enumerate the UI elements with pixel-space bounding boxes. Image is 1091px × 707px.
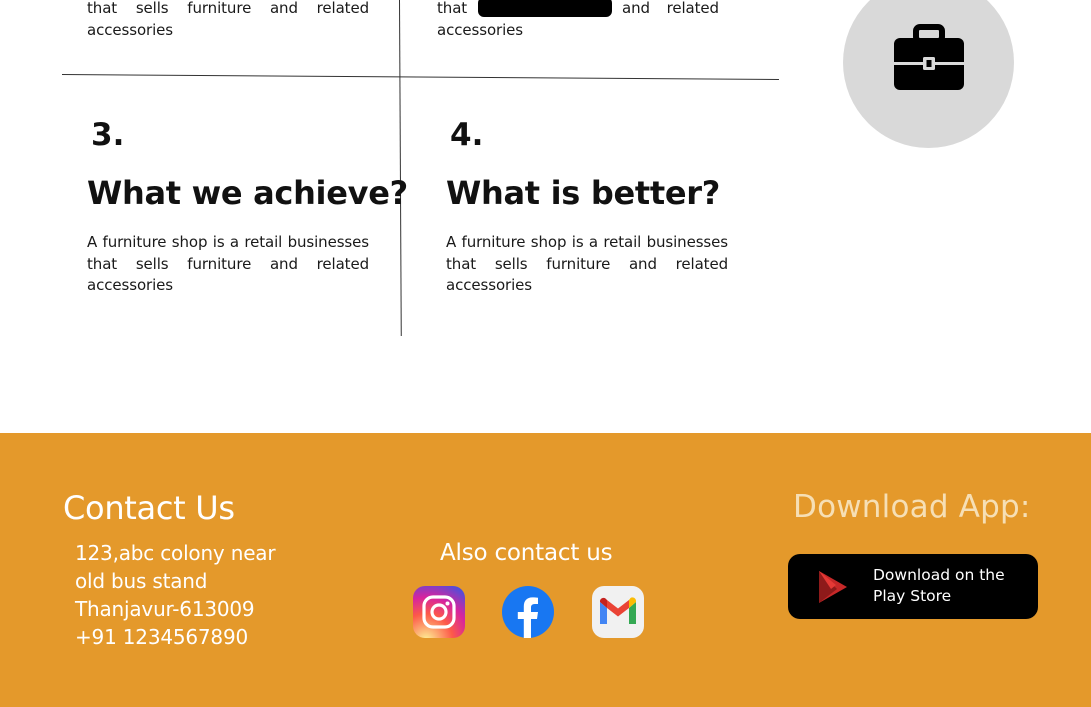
also-contact-heading: Also contact us xyxy=(440,540,613,566)
download-app-heading: Download App: xyxy=(793,489,1031,525)
card-3-title: What we achieve? xyxy=(87,174,408,212)
gmail-icon xyxy=(600,597,636,624)
facebook-link[interactable] xyxy=(502,586,554,638)
card-2-text-start: that xyxy=(437,0,468,17)
card-1-text: that sells furniture and related accesso… xyxy=(87,0,369,39)
contact-us-heading: Contact Us xyxy=(63,489,235,527)
play-store-button[interactable]: Download on the Play Store xyxy=(788,554,1038,619)
card-2-text-end: and related xyxy=(622,0,719,17)
play-store-label-line1: Download on the xyxy=(873,566,1005,584)
briefcase-icon xyxy=(894,24,964,90)
card-4-number: 4. xyxy=(450,117,484,153)
card-3-text: A furniture shop is a retail businesses … xyxy=(87,233,369,294)
instagram-link[interactable] xyxy=(413,586,465,638)
grid-horizontal-divider xyxy=(61,74,779,81)
facebook-icon xyxy=(502,586,554,638)
card-4-text: A furniture shop is a retail businesses … xyxy=(446,233,728,294)
card-2-black-button[interactable] xyxy=(477,0,612,18)
gmail-link[interactable] xyxy=(592,586,644,638)
address-line-1: 123,abc colony near xyxy=(75,541,276,565)
grid-vertical-divider xyxy=(399,0,403,336)
phone-number: +91 1234567890 xyxy=(75,625,249,649)
play-store-icon xyxy=(819,571,847,603)
card-3-number: 3. xyxy=(91,117,125,153)
play-store-label-line2: Play Store xyxy=(873,587,952,605)
address-line-2: old bus stand xyxy=(75,569,208,593)
instagram-icon xyxy=(422,595,456,629)
briefcase-circle xyxy=(843,0,1014,148)
address-line-3: Thanjavur-613009 xyxy=(75,597,255,621)
card-2-text-line2: accessories xyxy=(437,20,523,39)
card-4-title: What is better? xyxy=(446,174,721,212)
play-store-label: Download on the Play Store xyxy=(873,565,1005,607)
card-2-text: that and related accessories xyxy=(437,0,719,41)
